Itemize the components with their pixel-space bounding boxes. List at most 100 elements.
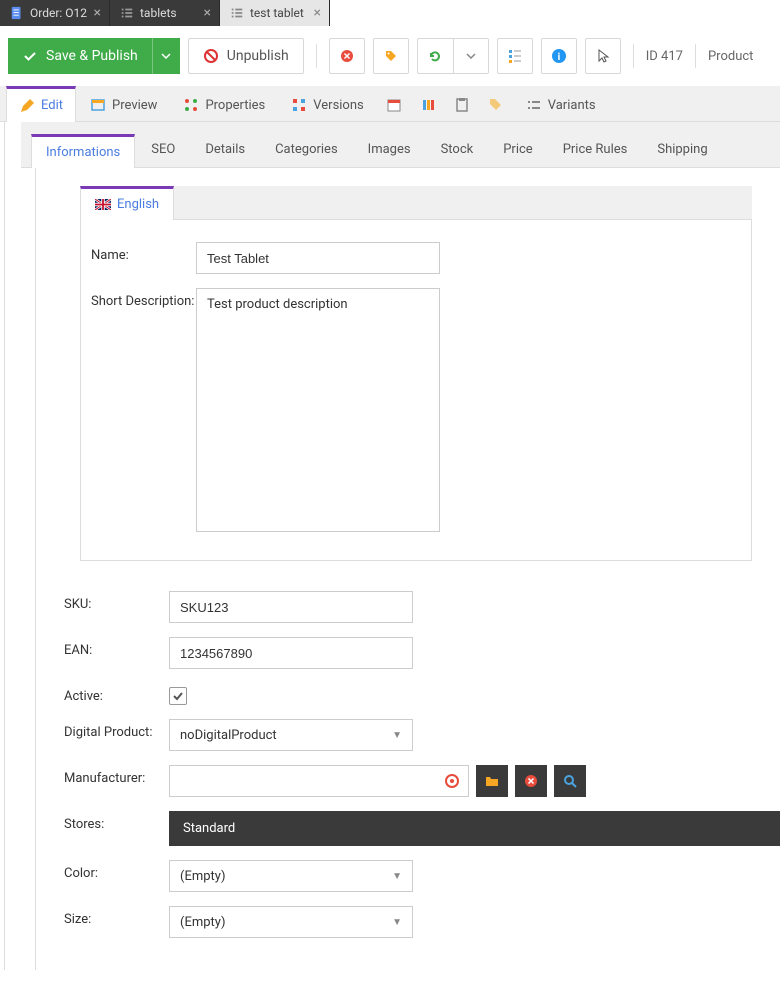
folder-button[interactable] xyxy=(476,765,508,797)
form-panel: English Name: Short Description: Test pr… xyxy=(35,168,780,970)
flag-uk-icon xyxy=(95,199,111,210)
delete-button[interactable] xyxy=(329,38,365,74)
color-value: (Empty) xyxy=(180,869,225,884)
caret-down-icon xyxy=(466,53,476,59)
subtab-stock[interactable]: Stock xyxy=(427,134,488,167)
manufacturer-label: Manufacturer: xyxy=(64,765,169,786)
doc-tab-order[interactable]: Order: O12 × xyxy=(0,0,110,26)
tab-tags[interactable] xyxy=(480,86,512,121)
main-tabs: Edit Preview Properties Versions Variant… xyxy=(0,86,780,122)
subtab-price-rules[interactable]: Price Rules xyxy=(549,134,642,167)
tags-icon xyxy=(488,97,504,113)
reload-button[interactable] xyxy=(417,38,453,74)
stores-label: Stores: xyxy=(64,811,169,832)
save-publish-label: Save & Publish xyxy=(46,48,138,64)
active-label: Active: xyxy=(64,683,169,704)
active-checkbox[interactable] xyxy=(169,687,187,705)
tab-edit[interactable]: Edit xyxy=(6,86,76,122)
caret-down-icon: ▼ xyxy=(392,730,402,741)
ean-input[interactable] xyxy=(169,637,413,669)
size-select[interactable]: (Empty) ▼ xyxy=(169,906,413,938)
lang-tab-english[interactable]: English xyxy=(80,186,174,220)
tag-icon xyxy=(383,48,399,64)
tab-properties[interactable]: Properties xyxy=(171,86,277,121)
save-publish-button[interactable]: Save & Publish xyxy=(8,38,180,74)
info-icon: i xyxy=(551,48,567,64)
tab-variants[interactable]: Variants xyxy=(514,86,608,121)
tab-versions[interactable]: Versions xyxy=(279,86,375,121)
document-icon xyxy=(10,6,24,20)
rename-button[interactable] xyxy=(373,38,409,74)
close-icon[interactable]: × xyxy=(94,6,101,20)
subtab-price[interactable]: Price xyxy=(489,134,546,167)
unpublish-button[interactable]: Unpublish xyxy=(188,38,304,74)
doc-tab-test-tablet[interactable]: test tablet × xyxy=(220,0,330,26)
subtab-informations[interactable]: Informations xyxy=(31,134,135,168)
tab-label: Versions xyxy=(313,98,363,113)
tab-clipboard[interactable] xyxy=(446,86,478,121)
document-tabs: Order: O12 × tablets × test tablet × xyxy=(0,0,780,26)
check-icon xyxy=(22,48,38,64)
reload-dropdown[interactable] xyxy=(453,38,489,74)
sku-label: SKU: xyxy=(64,591,169,612)
id-label: ID 417 xyxy=(646,49,683,64)
list-icon xyxy=(230,6,244,20)
separator xyxy=(633,44,634,68)
subtab-images[interactable]: Images xyxy=(354,134,425,167)
prohibit-icon xyxy=(203,48,219,64)
preview-icon xyxy=(90,97,106,113)
digital-value: noDigitalProduct xyxy=(180,728,277,743)
search-button[interactable] xyxy=(554,765,586,797)
size-value: (Empty) xyxy=(180,915,225,930)
save-dropdown-caret[interactable] xyxy=(152,38,180,74)
digital-select[interactable]: noDigitalProduct ▼ xyxy=(169,719,413,751)
cursor-icon xyxy=(595,48,611,64)
doc-tab-tablets[interactable]: tablets × xyxy=(110,0,220,26)
tab-label: Edit xyxy=(41,98,63,113)
sku-input[interactable] xyxy=(169,591,413,623)
reload-icon xyxy=(427,48,443,64)
list-icon xyxy=(120,6,134,20)
properties-icon xyxy=(183,97,199,113)
variants-icon xyxy=(526,97,542,113)
reload-group xyxy=(417,38,489,74)
doc-tab-label: Order: O12 xyxy=(30,6,88,20)
caret-down-icon xyxy=(161,53,171,59)
subtab-categories[interactable]: Categories xyxy=(261,134,352,167)
short-desc-input[interactable]: Test product description xyxy=(196,288,440,532)
manufacturer-input[interactable] xyxy=(169,765,469,797)
close-icon[interactable]: × xyxy=(204,6,211,20)
notes-icon xyxy=(420,97,436,113)
check-icon xyxy=(172,690,184,702)
color-label: Color: xyxy=(64,860,169,881)
tab-schedule[interactable] xyxy=(378,86,410,121)
product-label: Product xyxy=(708,49,753,64)
tree-button[interactable] xyxy=(497,38,533,74)
search-icon xyxy=(562,773,578,789)
subtab-details[interactable]: Details xyxy=(191,134,259,167)
subtab-seo[interactable]: SEO xyxy=(137,134,189,167)
calendar-icon xyxy=(386,97,402,113)
pencil-icon xyxy=(19,98,35,114)
tab-label: Variants xyxy=(548,98,596,113)
stores-value[interactable]: Standard xyxy=(169,811,780,846)
content-area: Informations SEO Details Categories Imag… xyxy=(4,122,780,970)
subtab-shipping[interactable]: Shipping xyxy=(643,134,721,167)
tab-preview[interactable]: Preview xyxy=(78,86,169,121)
tab-notes[interactable] xyxy=(412,86,444,121)
unpublish-label: Unpublish xyxy=(227,48,289,64)
info-button[interactable]: i xyxy=(541,38,577,74)
remove-button[interactable] xyxy=(515,765,547,797)
color-select[interactable]: (Empty) ▼ xyxy=(169,860,413,892)
size-label: Size: xyxy=(64,906,169,927)
cursor-button[interactable] xyxy=(585,38,621,74)
tab-label: Properties xyxy=(205,98,265,113)
language-panel: Name: Short Description: Test product de… xyxy=(80,220,752,561)
doc-tab-label: test tablet xyxy=(250,6,308,20)
name-input[interactable] xyxy=(196,242,440,274)
caret-down-icon: ▼ xyxy=(392,917,402,928)
close-icon[interactable]: × xyxy=(314,6,321,20)
separator xyxy=(316,44,317,68)
separator xyxy=(695,44,696,68)
remove-icon xyxy=(523,773,539,789)
